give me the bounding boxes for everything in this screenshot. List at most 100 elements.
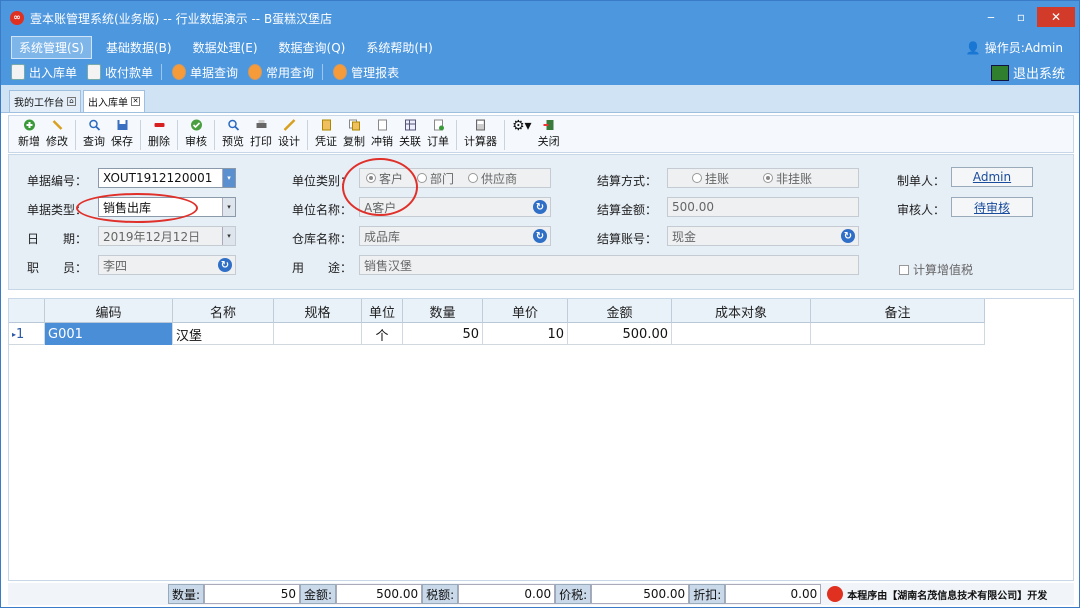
col-qty[interactable]: 数量 [403, 299, 483, 323]
col-spec[interactable]: 规格 [274, 299, 362, 323]
date-field[interactable]: 2019年12月12日 ▾ [98, 226, 236, 246]
menu-help[interactable]: 系统帮助(H) [359, 37, 439, 58]
checkbox-icon [899, 264, 909, 275]
developer-credit: 本程序由【湖南名茂信息技术有限公司】开发 [827, 586, 1047, 602]
radio-dot-icon [763, 173, 774, 183]
order-button[interactable]: 订单 [424, 116, 452, 149]
voucher-button[interactable]: 凭证 [312, 116, 340, 149]
gear-icon: ⚙▾ [512, 118, 532, 134]
preview-button[interactable]: 预览 [219, 116, 247, 149]
settle-amount-field[interactable]: 500.00 [667, 197, 859, 217]
radio-not-on-account[interactable]: 非挂账 [763, 170, 812, 187]
settle-amount-label: 结算金额： [597, 203, 658, 217]
menu-data-query[interactable]: 数据查询(Q) [272, 37, 353, 58]
warehouse-label: 仓库名称： [292, 232, 353, 246]
new-button[interactable]: 新增 [15, 116, 43, 149]
col-code[interactable]: 编码 [45, 299, 173, 323]
doc-query-icon [172, 64, 187, 80]
maximize-button[interactable]: ▫ [1007, 7, 1035, 27]
maker-link[interactable]: Admin [951, 167, 1033, 187]
staff-field[interactable]: 李四 ↻ [98, 255, 236, 275]
col-note[interactable]: 备注 [811, 299, 985, 323]
audit-button[interactable]: 审核 [182, 116, 210, 149]
col-amount[interactable]: 金额 [568, 299, 672, 323]
unit-name-field[interactable]: A客户 ↻ [359, 197, 551, 217]
warehouse-field[interactable]: 成品库 ↻ [359, 226, 551, 246]
auditor-link[interactable]: 待审核 [951, 197, 1033, 217]
staff-label: 职 员： [27, 261, 88, 275]
col-name[interactable]: 名称 [173, 299, 274, 323]
discount-total: 0.00 [725, 584, 822, 604]
close-doc-button[interactable]: 关闭 [535, 116, 563, 149]
col-cost-object[interactable]: 成本对象 [672, 299, 811, 323]
link-button[interactable]: 关联 [396, 116, 424, 149]
quick-bar: 出入库单 收付款单 单据查询 常用查询 管理报表 退出系统 [1, 59, 1079, 85]
close-window-button[interactable]: ✕ [1037, 7, 1075, 27]
quick-stock-doc[interactable]: 出入库单 [11, 64, 77, 81]
copy-button[interactable]: 复制 [340, 116, 368, 149]
cell-price[interactable]: 10 [483, 323, 568, 345]
chevron-down-icon[interactable]: ▾ [222, 169, 235, 187]
title-bar: ∞ 壹本账管理系统(业务版) -- 行业数据演示 -- B蛋糕汉堡店 ‒ ▫ ✕ [1, 1, 1079, 35]
col-unit[interactable]: 单位 [362, 299, 403, 323]
menu-data-process[interactable]: 数据处理(E) [186, 37, 265, 58]
quick-common-query[interactable]: 常用查询 [248, 64, 314, 81]
tax-total-label: 税额: [422, 584, 459, 604]
delete-button[interactable]: 删除 [145, 116, 173, 149]
stock-doc-icon [11, 64, 25, 80]
radio-department[interactable]: 部门 [417, 170, 454, 187]
radio-on-account[interactable]: 挂账 [692, 170, 729, 187]
cell-cost-object[interactable] [672, 323, 811, 345]
cell-note[interactable] [811, 323, 985, 345]
tax-incl-total-label: 价税: [555, 584, 592, 604]
close-tab-icon[interactable]: ✕ [131, 97, 140, 106]
radio-dot-icon [468, 173, 479, 183]
exit-system-button[interactable]: 退出系统 [990, 63, 1065, 82]
cell-code[interactable]: G001 [45, 323, 173, 345]
radio-customer[interactable]: 客户 [366, 170, 403, 187]
table-row[interactable]: ▸ 1 G001 汉堡 个 50 10 500.00 [9, 323, 985, 345]
doc-no-field[interactable]: XOUT1912120001 ▾ [98, 168, 236, 188]
tab-workbench[interactable]: 我的工作台 ⌂ [9, 90, 81, 112]
refresh-icon[interactable]: ↻ [218, 258, 232, 272]
menu-basic-data[interactable]: 基础数据(B) [99, 37, 179, 58]
purpose-field[interactable]: 销售汉堡 [359, 255, 859, 275]
refresh-icon[interactable]: ↻ [533, 200, 547, 214]
chevron-down-icon[interactable]: ▾ [222, 198, 235, 216]
edit-button[interactable]: 修改 [43, 116, 71, 149]
design-button[interactable]: 设计 [275, 116, 303, 149]
vat-checkbox[interactable]: 计算增值税 [899, 261, 973, 278]
row-indicator-header [9, 299, 45, 323]
minimize-button[interactable]: ‒ [977, 7, 1005, 27]
cell-unit[interactable]: 个 [362, 323, 403, 345]
cell-name[interactable]: 汉堡 [173, 323, 274, 345]
cell-qty[interactable]: 50 [403, 323, 483, 345]
quick-reports[interactable]: 管理报表 [333, 64, 399, 81]
calendar-icon[interactable]: ▾ [222, 227, 235, 245]
document-header-form: 单据编号： XOUT1912120001 ▾ 单据类型： 销售出库 ▾ 日 期： 2… [8, 154, 1074, 290]
grid-header: 编码 名称 规格 单位 数量 单价 金额 成本对象 备注 [9, 299, 985, 323]
maker-label: 制单人： [897, 174, 946, 188]
cell-amount[interactable]: 500.00 [568, 323, 672, 345]
auditor-label: 审核人： [897, 203, 946, 217]
settle-mode-radios: 挂账 非挂账 [667, 168, 859, 188]
query-button[interactable]: 查询 [80, 116, 108, 149]
save-button[interactable]: 保存 [108, 116, 136, 149]
settle-account-field[interactable]: 现金 ↻ [667, 226, 859, 246]
col-price[interactable]: 单价 [483, 299, 568, 323]
reverse-button[interactable]: 冲销 [368, 116, 396, 149]
menu-system[interactable]: 系统管理(S) [11, 35, 92, 59]
exit-icon [990, 64, 1009, 81]
quick-doc-query[interactable]: 单据查询 [172, 64, 238, 81]
radio-supplier[interactable]: 供应商 [468, 170, 517, 187]
quick-payment-doc[interactable]: 收付款单 [87, 64, 153, 81]
doc-type-select[interactable]: 销售出库 ▾ [98, 197, 236, 217]
unit-category-radios: 客户 部门 供应商 [359, 168, 551, 188]
settings-dropdown[interactable]: ⚙▾ [509, 116, 535, 133]
refresh-icon[interactable]: ↻ [533, 229, 547, 243]
refresh-icon[interactable]: ↻ [841, 229, 855, 243]
calculator-button[interactable]: 计算器 [461, 116, 500, 149]
print-button[interactable]: 打印 [247, 116, 275, 149]
tab-stock-doc[interactable]: 出入库单 ✕ [83, 90, 145, 112]
cell-spec[interactable] [274, 323, 362, 345]
